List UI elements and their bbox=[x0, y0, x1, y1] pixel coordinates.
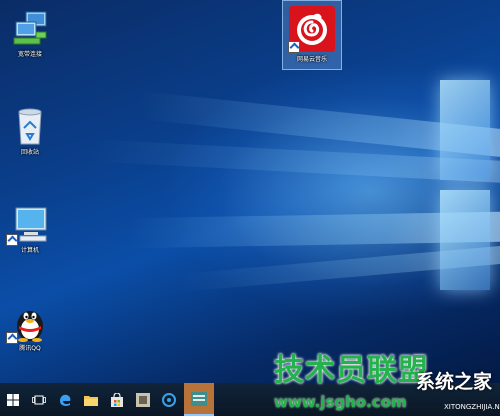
app-icon bbox=[191, 391, 207, 406]
icon-label: 回收站 bbox=[20, 149, 39, 156]
windows-start-icon bbox=[7, 393, 19, 406]
taskbar-file-explorer[interactable] bbox=[78, 383, 104, 416]
shortcut-arrow-icon bbox=[288, 41, 300, 53]
taskbar-app-1[interactable] bbox=[130, 383, 156, 416]
task-view-icon bbox=[32, 395, 46, 404]
network-computers-icon bbox=[10, 8, 50, 48]
store-icon bbox=[111, 392, 123, 407]
desktop-icon-netease-music[interactable]: 网易云音乐 bbox=[282, 0, 342, 70]
desktop-icon-qq[interactable]: 腾讯QQ bbox=[0, 302, 60, 353]
recycle-bin-icon bbox=[10, 106, 50, 146]
taskbar-app-active[interactable] bbox=[184, 383, 214, 416]
start-button[interactable] bbox=[0, 383, 26, 416]
shortcut-arrow-icon bbox=[6, 234, 18, 246]
desktop-icon-recycle-bin[interactable]: 回收站 bbox=[0, 106, 60, 157]
shortcut-arrow-icon bbox=[6, 332, 18, 344]
netease-music-icon bbox=[288, 5, 336, 53]
taskbar-edge[interactable] bbox=[52, 383, 78, 416]
desktop-icon-computer[interactable]: 计算机 bbox=[0, 204, 60, 255]
taskbar bbox=[0, 383, 500, 416]
monitor-icon bbox=[6, 204, 50, 246]
icon-label: 计算机 bbox=[20, 247, 39, 254]
edge-browser-icon bbox=[60, 394, 71, 406]
app-icon bbox=[162, 392, 176, 407]
app-icon bbox=[136, 392, 150, 407]
taskbar-store[interactable] bbox=[104, 383, 130, 416]
task-view-button[interactable] bbox=[26, 383, 52, 416]
folder-icon bbox=[84, 395, 98, 406]
desktop-icon-broadband[interactable]: 宽带连接 bbox=[0, 8, 60, 59]
icon-label: 腾讯QQ bbox=[19, 345, 41, 352]
windows-logo-glow bbox=[440, 60, 500, 320]
icon-label: 网易云音乐 bbox=[296, 56, 327, 63]
qq-penguin-icon bbox=[6, 302, 50, 344]
taskbar-app-2[interactable] bbox=[156, 383, 182, 416]
desktop-wallpaper: 宽带连接 回收站 计算机 腾讯QQ 网易云音乐 bbox=[0, 0, 500, 383]
icon-label: 宽带连接 bbox=[17, 51, 42, 58]
